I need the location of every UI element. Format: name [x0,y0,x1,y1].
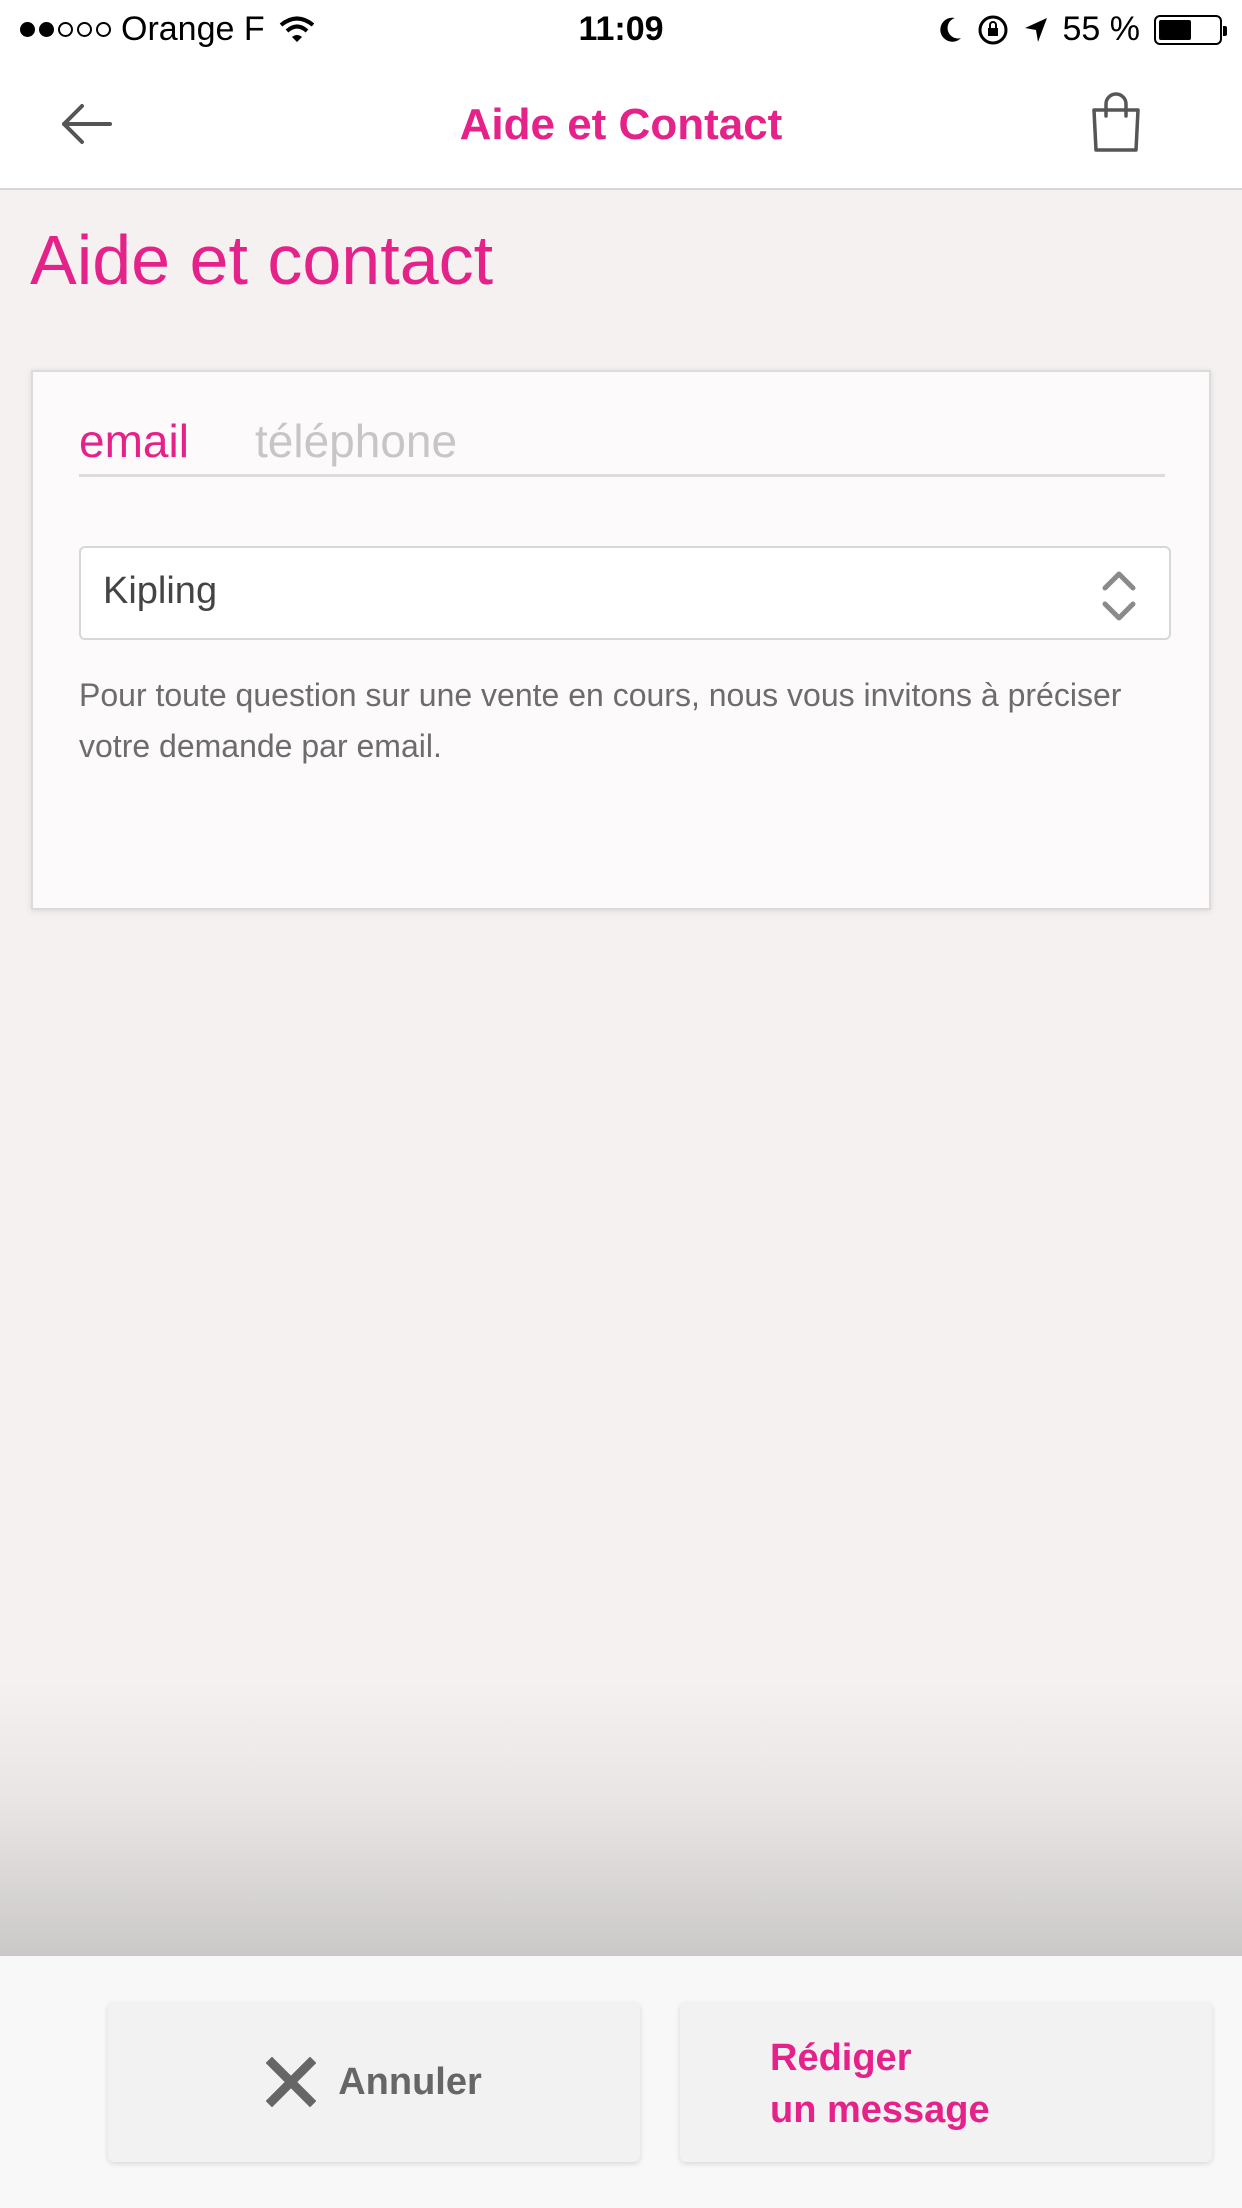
up-down-chevron-icon [1102,571,1136,621]
compose-label-line2: un message [770,2089,990,2131]
tab-telephone[interactable]: téléphone [255,414,457,468]
compose-message-button[interactable]: Rédiger un message [680,2002,1212,2162]
tab-email[interactable]: email [79,414,189,468]
cancel-button[interactable]: Annuler [108,2002,640,2162]
close-x-icon [266,2057,317,2107]
location-arrow-icon [1024,17,1047,42]
compose-label-line1: Rédiger [770,2037,912,2079]
moon-icon [939,17,961,42]
bottom-shadow [0,1680,1242,1956]
shopping-bag-icon [1092,92,1140,152]
page-title: Aide et contact [30,221,494,299]
contact-card: email téléphone Kipling Pour toute quest… [31,370,1211,910]
nav-bar: Aide et Contact [0,62,1242,190]
brand-select-value: Kipling [103,570,218,612]
status-right: 55 % [937,10,1227,49]
battery-icon [1154,14,1227,45]
nav-title: Aide et Contact [459,100,783,149]
brand-select[interactable]: Kipling [79,546,1171,640]
compose-label: Rédiger un message [770,2032,990,2136]
orientation-lock-icon [978,15,1007,44]
cancel-label: Annuler [338,2060,482,2103]
contact-tabs: email téléphone [79,414,1165,477]
status-bar: Orange F 11:09 55 % [0,0,1242,62]
info-text: Pour toute question sur une vente en cou… [79,677,1122,764]
cart-button[interactable] [1088,92,1158,164]
battery-percent: 55 % [1062,10,1141,48]
